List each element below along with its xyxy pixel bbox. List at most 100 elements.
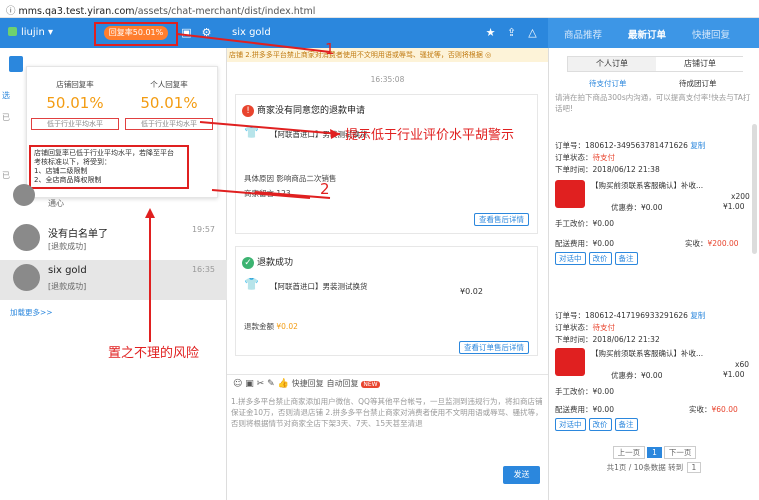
- order-status: 待支付: [592, 153, 616, 162]
- note-button[interactable]: 备注: [614, 418, 638, 431]
- top-bar: liujin ▾ 回复率50.01% ▣ ⚙ six gold ★ ⇪ △ 商品…: [0, 18, 759, 48]
- share-icon[interactable]: ⇪: [505, 26, 518, 39]
- chat-order-button[interactable]: 对话中: [555, 252, 586, 265]
- note-button[interactable]: 备注: [614, 252, 638, 265]
- conversation-sub: [退款成功]: [48, 242, 87, 251]
- scrollbar[interactable]: [752, 124, 757, 254]
- order-price: ¥1.00: [723, 202, 745, 211]
- refund-rejected-card: ! 商家没有同意您的退款申请 👕 【阿联酋进口】男装测试换货 具体原因 影响商品二…: [235, 94, 538, 234]
- tab-product-recommend[interactable]: 商品推荐: [564, 27, 602, 41]
- tab-personal-orders[interactable]: 个人订单: [568, 57, 656, 71]
- order-time: 2018/06/12 21:38: [592, 165, 660, 174]
- warning-line: 店铺回复率已低于行业平均水平，若降至平台: [34, 149, 174, 157]
- order-status: 待支付: [592, 323, 616, 332]
- edit-price-button[interactable]: 改价: [588, 418, 612, 431]
- image-icon[interactable]: ▣: [245, 379, 254, 389]
- chat-icon[interactable]: ▣: [180, 26, 193, 39]
- order-no-label: 订单号：: [555, 311, 585, 320]
- settings-icon[interactable]: ⚙: [200, 26, 213, 39]
- order-discount: 优惠券：¥0.00: [611, 203, 663, 212]
- pagination-summary: 共1页 / 10条数据 转到 1: [549, 462, 759, 473]
- send-button[interactable]: 发送: [503, 466, 540, 484]
- like-icon[interactable]: 👍: [278, 379, 289, 389]
- order-product-title: 【购买前须联系客服确认】补收...: [591, 181, 704, 190]
- product-thumbnail: 👕: [244, 277, 259, 291]
- view-aftersale-button[interactable]: 查看售后详情: [474, 213, 529, 226]
- personal-rate-block: 个人回复率 50.01% 低于行业平均水平: [125, 79, 213, 130]
- tab-quick-reply[interactable]: 快捷回复: [692, 27, 730, 41]
- product-thumbnail: [555, 348, 585, 376]
- edit-price-button[interactable]: 改价: [588, 252, 612, 265]
- view-order-aftersale-button[interactable]: 查看订单售后详情: [459, 341, 529, 354]
- order-no: 180612-349563781471626: [585, 141, 688, 150]
- copy-link[interactable]: 复制: [690, 141, 705, 150]
- user-status[interactable]: liujin ▾: [8, 27, 53, 38]
- url-bar[interactable]: ⓘ mms.qa3.test.yiran.com/assets/chat-mer…: [0, 0, 759, 18]
- personal-rate-label: 个人回复率: [150, 80, 188, 89]
- chat-toolbar: ☺ ▣ ✂ ✎ 👍 快捷回复 自动回复 NEW: [227, 374, 548, 392]
- subtab-unpaid[interactable]: 待支付订单: [589, 78, 627, 89]
- side-label: 选: [2, 91, 10, 100]
- avatar: [13, 184, 35, 206]
- personal-rate-value: 50.01%: [140, 94, 198, 112]
- conversation-item[interactable]: 没有白名单了 [退款成功] 19:57: [0, 220, 227, 260]
- reply-rate-badge[interactable]: 回复率50.01%: [104, 26, 168, 40]
- tab-latest-orders[interactable]: 最新订单: [628, 27, 666, 41]
- card-title-text: 商家没有同意您的退款申请: [257, 106, 366, 116]
- shop-rate-block: 店铺回复率 50.01% 低于行业平均水平: [31, 79, 119, 130]
- right-tabs: 商品推荐 最新订单 快捷回复: [548, 18, 759, 48]
- check-icon: ✓: [242, 257, 254, 269]
- chevron-down-icon: ▾: [47, 27, 54, 38]
- status-label: 订单状态：: [555, 153, 593, 162]
- load-more-link[interactable]: 加载更多>>: [10, 307, 53, 318]
- copy-link[interactable]: 复制: [690, 311, 705, 320]
- next-page-button[interactable]: 下一页: [663, 446, 697, 459]
- edit-icon[interactable]: ✎: [267, 379, 275, 389]
- order-ship: 配送费用：¥0.00: [555, 239, 614, 248]
- conversation-item[interactable]: six gold [退款成功] 16:35: [0, 260, 227, 300]
- order-time: 2018/06/12 21:32: [592, 335, 660, 344]
- card-title: ✓ 退款成功: [242, 255, 293, 269]
- side-label: 已: [2, 171, 10, 180]
- emoji-icon[interactable]: ☺: [233, 379, 242, 389]
- note-label: 商家留言: [244, 189, 274, 198]
- subtab-group[interactable]: 待成团订单: [679, 78, 717, 89]
- message-input[interactable]: 1.拼多多平台禁止商家添加用户微信、QQ等其他平台帐号，一旦监测到违规行为，将扣…: [231, 396, 544, 429]
- product-name: 【阿联酋进口】男装测试换货: [270, 282, 368, 291]
- paid-label: 实收：: [689, 405, 712, 414]
- shop-rate-value: 50.01%: [46, 94, 104, 112]
- conversation-item[interactable]: 通心: [0, 184, 227, 214]
- order-qty: x200: [731, 192, 750, 201]
- tab-shop-orders[interactable]: 店铺订单: [656, 57, 744, 71]
- side-tab[interactable]: [9, 56, 23, 72]
- warning-icon[interactable]: △: [526, 26, 539, 39]
- order-tip: 请消在拍下商品300s内沟通，可以提高支付率!快去与TA打话吧!: [555, 93, 751, 113]
- quick-reply-button[interactable]: 快捷回复: [292, 379, 324, 388]
- online-status-icon: [8, 27, 17, 36]
- avatar: [13, 264, 40, 291]
- chat-order-button[interactable]: 对话中: [555, 418, 586, 431]
- order-price: ¥1.00: [723, 370, 745, 379]
- annotation-risk-text: 置之不理的风险: [108, 346, 200, 361]
- star-icon[interactable]: ★: [484, 26, 497, 39]
- order-product-title: 【购买前须联系客服确认】补收...: [591, 349, 704, 358]
- order-qty: x60: [735, 360, 749, 369]
- reply-rate-popup: 店铺回复率 50.01% 低于行业平均水平 个人回复率 50.01% 低于行业平…: [26, 66, 218, 198]
- pagination: 上一页 1 下一页: [549, 446, 759, 459]
- conversation-panel: 选 已 已 店铺回复率 50.01% 低于行业平均水平 个人回复率 50.01%…: [0, 48, 227, 500]
- alert-icon: !: [242, 105, 254, 117]
- warning-line: 考核标准以下，将受到：: [34, 158, 111, 166]
- page-button[interactable]: 1: [647, 447, 662, 458]
- pager-summary: 共1页 / 10条数据 转到: [606, 463, 684, 472]
- status-label: 订单状态：: [555, 323, 593, 332]
- policy-notice: 店铺 2.拼多多平台禁止商家对消费者使用不文明用语或辱骂、骚扰等，否则将根据 ◎: [227, 48, 548, 62]
- goto-page-input[interactable]: 1: [686, 462, 702, 473]
- warning-line: 1、店铺二级限制: [34, 167, 88, 175]
- order-no-label: 订单号：: [555, 141, 585, 150]
- scissors-icon[interactable]: ✂: [257, 379, 265, 389]
- product-thumbnail: 👕: [244, 125, 259, 139]
- refund-label: 退款金额: [244, 322, 274, 331]
- auto-reply-button[interactable]: 自动回复: [326, 379, 358, 388]
- prev-page-button[interactable]: 上一页: [612, 446, 646, 459]
- time-label: 下单时间：: [555, 165, 593, 174]
